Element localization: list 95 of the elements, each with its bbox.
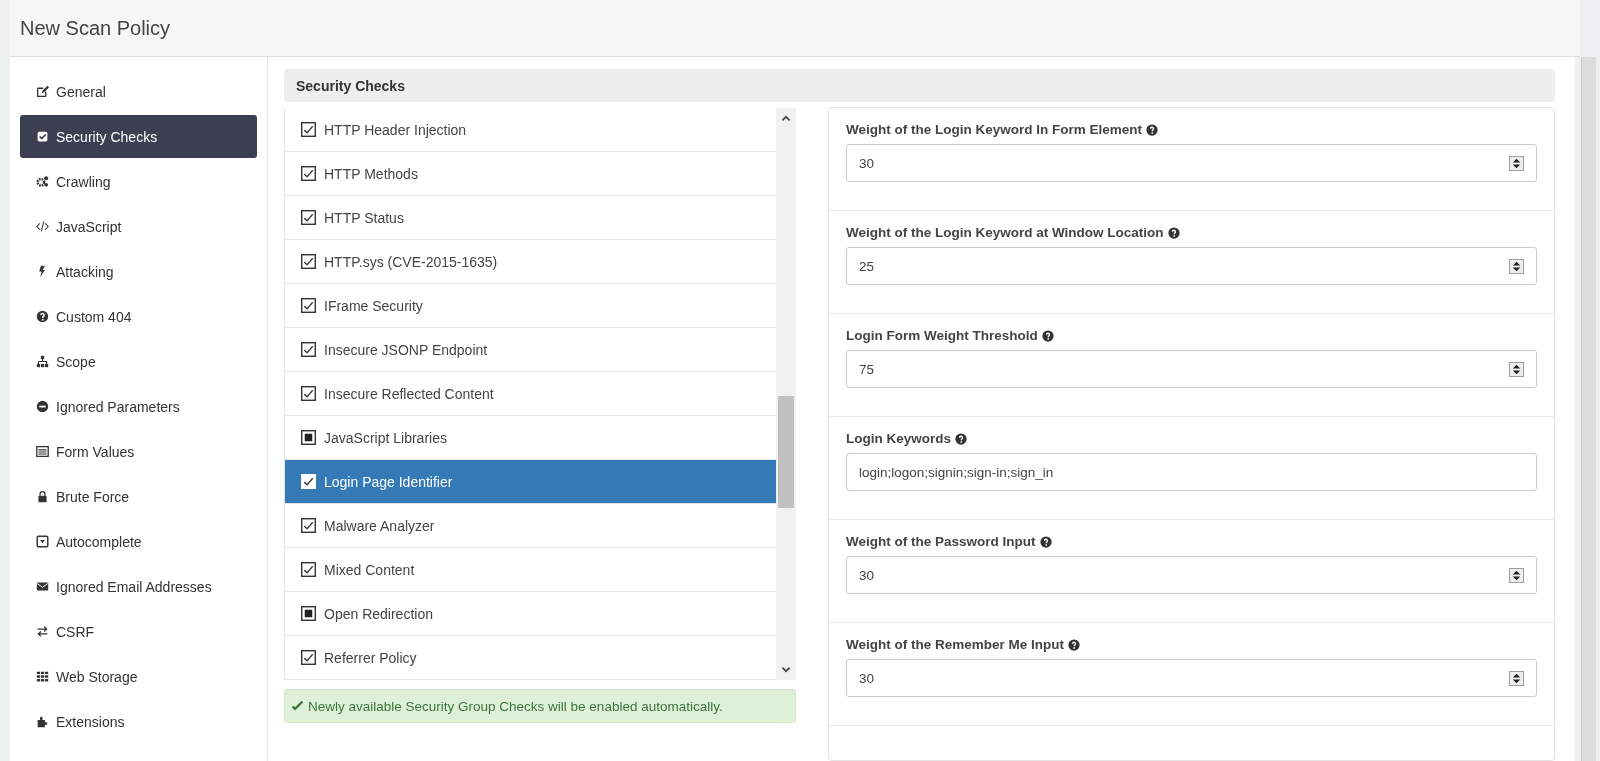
field-label: Login Keywords (846, 431, 951, 446)
code-icon (36, 220, 49, 233)
scrollbar[interactable] (776, 108, 796, 680)
checkmark-icon (291, 699, 304, 713)
checkbox[interactable] (301, 386, 316, 401)
sidebar-item[interactable]: General (20, 70, 257, 113)
spinner-icon[interactable] (1509, 258, 1524, 274)
field-label: Weight of the Password Input (846, 534, 1036, 549)
list-icon (36, 445, 49, 458)
spinner-icon[interactable] (1509, 567, 1524, 583)
checkbox[interactable] (301, 650, 316, 665)
field-label: Weight of the Remember Me Input (846, 637, 1064, 652)
check-row[interactable]: HTTP Methods (285, 152, 776, 196)
number-input[interactable]: 25 (846, 247, 1537, 285)
checkbox[interactable] (301, 298, 316, 313)
check-label: Insecure JSONP Endpoint (324, 341, 488, 358)
checkbox[interactable] (301, 562, 316, 577)
panel-title: Security Checks (296, 77, 405, 94)
sidebar-item[interactable]: Security Checks (20, 115, 257, 158)
checkbox[interactable] (301, 122, 316, 137)
sitemap-icon (36, 355, 49, 368)
puzzle-icon (36, 715, 49, 728)
checkbox[interactable] (301, 342, 316, 357)
checkbox[interactable] (301, 210, 316, 225)
check-label: Referrer Policy (324, 649, 417, 666)
number-input[interactable]: 30 (846, 556, 1537, 594)
sidebar-item[interactable]: Brute Force (20, 475, 257, 518)
field-label: Weight of the Login Keyword at Window Location (846, 225, 1164, 240)
sidebar-item[interactable]: Ignored Email Addresses (20, 565, 257, 608)
check-row[interactable]: Referrer Policy (285, 636, 776, 680)
check-label: HTTP.sys (CVE-2015-1635) (324, 253, 498, 270)
spinner-icon[interactable] (1509, 155, 1524, 171)
sidebar-item[interactable]: JavaScript (20, 205, 257, 248)
field-label: Login Form Weight Threshold (846, 328, 1038, 343)
check-label: Open Redirection (324, 605, 433, 622)
check-row[interactable]: HTTP.sys (CVE-2015-1635) (285, 240, 776, 284)
check-label: IFrame Security (324, 297, 423, 314)
check-row[interactable]: Login Page Identifier (285, 460, 776, 504)
sidebar-item[interactable]: Form Values (20, 430, 257, 473)
sidebar-item[interactable]: Crawling (20, 160, 257, 203)
sidebar-item[interactable]: Autocomplete (20, 520, 257, 563)
notice-text: Newly available Security Group Checks will be enabled automatically. (308, 698, 723, 714)
check-label: HTTP Header Injection (324, 121, 467, 138)
edit-icon (36, 85, 49, 98)
check-row[interactable]: Mixed Content (285, 548, 776, 592)
dropdown-icon (36, 535, 49, 548)
check-label: Login Page Identifier (324, 473, 453, 490)
sidebar-item[interactable]: Attacking (20, 250, 257, 293)
field-label: Weight of the Login Keyword In Form Element (846, 122, 1142, 137)
help-icon[interactable] (1068, 638, 1080, 651)
check-label: Malware Analyzer (324, 517, 435, 534)
envelope-icon (36, 580, 49, 593)
checkbox-icon (36, 130, 49, 143)
spinner-icon[interactable] (1509, 670, 1524, 686)
lock-icon (36, 490, 49, 503)
sidebar-item[interactable]: CSRF (20, 610, 257, 653)
spinner-icon[interactable] (1509, 361, 1524, 377)
check-row[interactable]: IFrame Security (285, 284, 776, 328)
page-title: New Scan Policy (20, 16, 171, 40)
sidebar-item[interactable]: Scope (20, 340, 257, 383)
grid-icon (36, 670, 49, 683)
sidebar-item[interactable]: Ignored Parameters (20, 385, 257, 428)
help-icon[interactable] (1167, 226, 1180, 239)
check-label: Mixed Content (324, 561, 415, 578)
check-label: HTTP Methods (324, 165, 418, 182)
check-row[interactable]: Insecure Reflected Content (285, 372, 776, 416)
checkbox[interactable] (301, 166, 316, 181)
sidebar-item[interactable]: Custom 404 (20, 295, 257, 338)
arrows-icon (36, 625, 49, 638)
scrollbar-thumb[interactable] (778, 396, 794, 508)
check-label: HTTP Status (324, 209, 404, 226)
check-row[interactable]: Insecure JSONP Endpoint (285, 328, 776, 372)
check-label: JavaScript Libraries (324, 429, 447, 446)
minus-circle-icon (36, 400, 49, 413)
checkbox[interactable] (301, 430, 316, 445)
help-icon[interactable] (1146, 123, 1158, 136)
help-icon[interactable] (1041, 329, 1054, 342)
check-label: Insecure Reflected Content (324, 385, 494, 402)
checkbox[interactable] (301, 518, 316, 533)
help-icon[interactable] (1039, 535, 1052, 548)
check-row[interactable]: HTTP Status (285, 196, 776, 240)
question-icon (36, 310, 49, 323)
checkbox[interactable] (301, 606, 316, 621)
check-row[interactable]: Open Redirection (285, 592, 776, 636)
number-input[interactable]: 75 (846, 350, 1537, 388)
checkbox[interactable] (301, 254, 316, 269)
number-input[interactable]: 30 (846, 144, 1537, 182)
sidebar-item[interactable]: Web Storage (20, 655, 257, 698)
check-row[interactable]: HTTP Header Injection (285, 108, 776, 152)
number-input[interactable]: 30 (846, 659, 1537, 697)
check-row[interactable]: Malware Analyzer (285, 504, 776, 548)
text-input[interactable]: login;logon;signin;sign-in;sign_in (846, 453, 1537, 491)
sidebar-item[interactable]: Extensions (20, 700, 257, 743)
page-scrollbar[interactable] (1581, 57, 1596, 761)
help-icon[interactable] (955, 432, 967, 445)
